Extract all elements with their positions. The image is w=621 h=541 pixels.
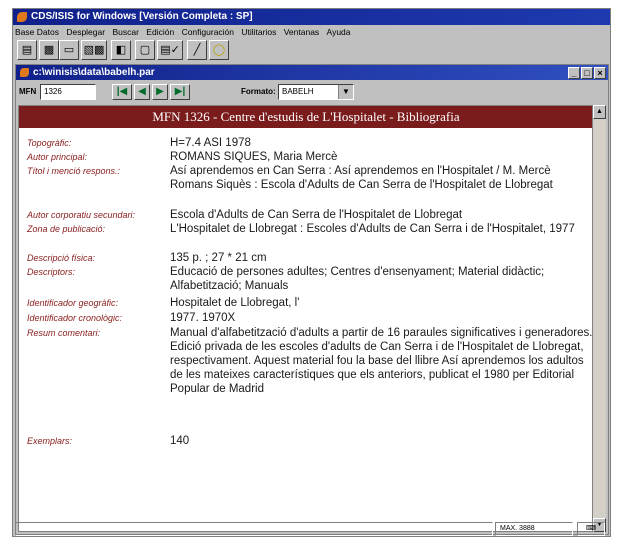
record-header: MFN 1326 - Centre d'estudis de L'Hospita… (19, 106, 593, 128)
cds-isis-app-icon (17, 12, 27, 22)
print-preview-button[interactable]: ▧▩ (81, 40, 107, 60)
draw-button[interactable]: ╱ (187, 40, 207, 60)
first-record-icon: |◀ (116, 86, 128, 97)
app-title-bar[interactable]: CDS/ISIS for Windows [Versión Completa :… (13, 9, 610, 25)
format-select[interactable]: BABELH ▼ (278, 84, 354, 100)
field-value: H=7.4 ASI 1978 (170, 137, 251, 149)
menu-utilitarios[interactable]: Utilitarios (241, 27, 276, 37)
edit-button[interactable]: ▢ (135, 40, 155, 60)
format-value: BABELH (282, 87, 314, 96)
search-icon: ▭ (63, 44, 75, 56)
field-value: 1977. 1970X (170, 312, 236, 324)
field-value: Así aprendemos en Can Serra : Así aprend… (170, 165, 553, 191)
field-label: Autor corporatiu secundari: (27, 210, 136, 220)
previous-record-icon: ◀ (138, 86, 146, 97)
menu-ayuda[interactable]: Ayuda (327, 27, 351, 37)
menu-buscar[interactable]: Buscar (112, 27, 138, 37)
keyboard-icon: ⌨ (577, 522, 605, 536)
field-value: Educació de persones adultes; Centres d'… (170, 266, 545, 292)
field-label: Topogràfic: (27, 138, 72, 148)
field-value: Manual d'alfabetització d'adults a parti… (170, 327, 593, 395)
child-title-bar[interactable]: c:\winisis\data\babelh.par _ □ × (16, 65, 608, 80)
database-icon (20, 68, 29, 77)
line-icon: ╱ (193, 44, 201, 56)
open-database-button[interactable]: ▤ (17, 40, 37, 60)
field-value: L'Hospitalet de Llobregat : Escoles d'Ad… (170, 223, 575, 235)
chevron-down-icon[interactable]: ▼ (338, 85, 353, 99)
status-message (15, 522, 493, 536)
menu-desplegar[interactable]: Desplegar (66, 27, 105, 37)
previous-record-button[interactable]: ◀ (134, 84, 150, 100)
field-label: Identificador geogràfic: (27, 298, 119, 308)
browse-icon: ▩ (43, 44, 55, 56)
app-title: CDS/ISIS for Windows [Versión Completa :… (31, 11, 253, 22)
open-database-icon: ▤ (21, 44, 33, 56)
mfn-label: MFN (19, 87, 37, 96)
search-button[interactable]: ▭ (59, 40, 79, 60)
field-label: Identificador cronològic: (27, 313, 123, 323)
status-bar: MAX. 3888 ⌨ (13, 522, 610, 536)
record-navigation: MFN 1326 |◀ ◀ ▶ ▶| Formato: BABELH ▼ (16, 81, 608, 103)
field-label: Zona de publicació: (27, 224, 106, 234)
print-preview-icon: ▧▩ (83, 44, 105, 56)
help-button[interactable]: ◯ (209, 40, 229, 60)
edit-record-button[interactable]: ▤✓ (157, 40, 183, 60)
menu-configuracion[interactable]: Configuración (182, 27, 234, 37)
field-label: Autor principal: (27, 152, 88, 162)
field-label: Resum comentari: (27, 328, 101, 338)
menu-base-datos[interactable]: Base Datos (15, 27, 59, 37)
mfn-input[interactable]: 1326 (40, 84, 96, 100)
last-record-icon: ▶| (174, 86, 186, 97)
help-icon: ◯ (212, 44, 226, 56)
close-button[interactable]: × (594, 67, 606, 79)
menu-edicion[interactable]: Edición (146, 27, 174, 37)
database-browse-window: c:\winisis\data\babelh.par _ □ × MFN 1326 … (15, 64, 609, 535)
print-button[interactable]: ◧ (111, 40, 131, 60)
child-title: c:\winisis\data\babelh.par (33, 67, 155, 78)
menu-ventanas[interactable]: Ventanas (284, 27, 319, 37)
minimize-button[interactable]: _ (568, 67, 580, 79)
field-value: 135 p. ; 27 * 21 cm (170, 252, 267, 264)
print-icon: ◧ (115, 44, 127, 56)
application-window: CDS/ISIS for Windows [Versión Completa :… (12, 8, 611, 537)
field-label: Títol i menció respons.: (27, 166, 121, 176)
format-label: Formato: (241, 87, 276, 96)
first-record-button[interactable]: |◀ (112, 84, 132, 100)
field-label: Descriptors: (27, 267, 76, 277)
scroll-up-arrow-icon[interactable]: ▲ (593, 105, 606, 119)
menu-bar: Base Datos Desplegar Buscar Edición Conf… (13, 26, 610, 39)
field-value: 140 (170, 435, 190, 447)
window-controls: _ □ × (567, 66, 606, 81)
edit-icon: ▢ (139, 44, 151, 56)
status-mode: MAX. 3888 (495, 522, 573, 536)
vertical-scrollbar[interactable]: ▲ ▼ (592, 105, 606, 532)
pen-icon: ▤✓ (160, 44, 180, 56)
field-label: Exemplars: (27, 436, 73, 446)
field-value: ROMANS SIQUES, Maria Mercè (170, 151, 338, 163)
next-record-icon: ▶ (156, 86, 164, 97)
field-value: Hospitalet de Llobregat, l' (170, 297, 300, 309)
field-value: Escola d'Adults de Can Serra de l'Hospit… (170, 209, 463, 221)
last-record-button[interactable]: ▶| (170, 84, 190, 100)
record-display: MFN 1326 - Centre d'estudis de L'Hospita… (18, 105, 594, 532)
next-record-button[interactable]: ▶ (152, 84, 168, 100)
field-label: Descripció física: (27, 253, 96, 263)
browse-button[interactable]: ▩ (39, 40, 59, 60)
maximize-button[interactable]: □ (581, 67, 593, 79)
